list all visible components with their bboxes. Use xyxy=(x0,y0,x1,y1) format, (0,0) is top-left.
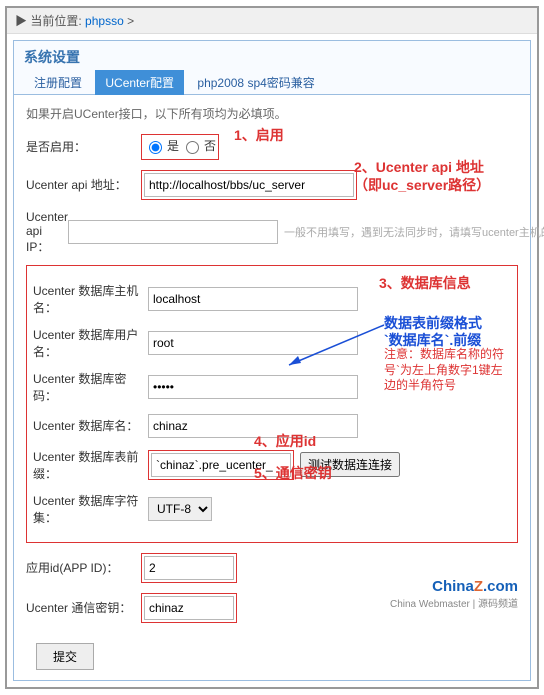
breadcrumb-icon: ▶ xyxy=(15,14,27,28)
appid-input[interactable] xyxy=(144,556,234,580)
dbhost-label: Ucenter 数据库主机名： xyxy=(33,282,148,316)
test-conn-button[interactable]: 测试数据连连接 xyxy=(300,452,400,477)
key-input[interactable] xyxy=(144,596,234,620)
charset-label: Ucenter 数据库字符集： xyxy=(33,492,148,526)
tab-ucenter[interactable]: UCenter配置 xyxy=(95,70,184,95)
submit-button[interactable]: 提交 xyxy=(36,643,94,670)
logo: ChinaZ.com China Webmaster | 源码频道 xyxy=(390,578,518,610)
dbname-input[interactable] xyxy=(148,414,358,438)
dbname-label: Ucenter 数据库名： xyxy=(33,417,148,434)
charset-select[interactable]: UTF-8 xyxy=(148,497,212,521)
appid-label: 应用id(APP ID)： xyxy=(26,559,141,576)
dbuser-label: Ucenter 数据库用户名： xyxy=(33,326,148,360)
api-label: Ucenter api 地址： xyxy=(26,176,141,193)
dbpwd-label: Ucenter 数据库密码： xyxy=(33,370,148,404)
tab-register[interactable]: 注册配置 xyxy=(24,70,92,95)
enable-label: 是否启用： xyxy=(26,138,141,155)
page-title: 系统设置 xyxy=(14,41,530,69)
enable-yes-radio[interactable] xyxy=(149,141,162,154)
enable-no-radio[interactable] xyxy=(186,141,199,154)
key-label: Ucenter 通信密钥： xyxy=(26,599,141,616)
ip-label: Ucenter api IP： xyxy=(26,210,68,255)
breadcrumb: ▶ 当前位置: phpsso > xyxy=(7,8,537,34)
form-hint: 如果开启UCenter接口，以下所有项均为必填项。 xyxy=(26,105,518,122)
ip-input[interactable] xyxy=(68,220,278,244)
dbpre-input[interactable] xyxy=(151,453,291,477)
dbpwd-input[interactable] xyxy=(148,375,358,399)
tab-php2008[interactable]: php2008 sp4密码兼容 xyxy=(187,70,324,95)
api-input[interactable] xyxy=(144,173,354,197)
dbuser-input[interactable] xyxy=(148,331,358,355)
dbhost-input[interactable] xyxy=(148,287,358,311)
dbpre-label: Ucenter 数据库表前缀： xyxy=(33,448,148,482)
tabs: 注册配置 UCenter配置 php2008 sp4密码兼容 xyxy=(14,69,530,95)
breadcrumb-link[interactable]: phpsso xyxy=(85,14,124,28)
